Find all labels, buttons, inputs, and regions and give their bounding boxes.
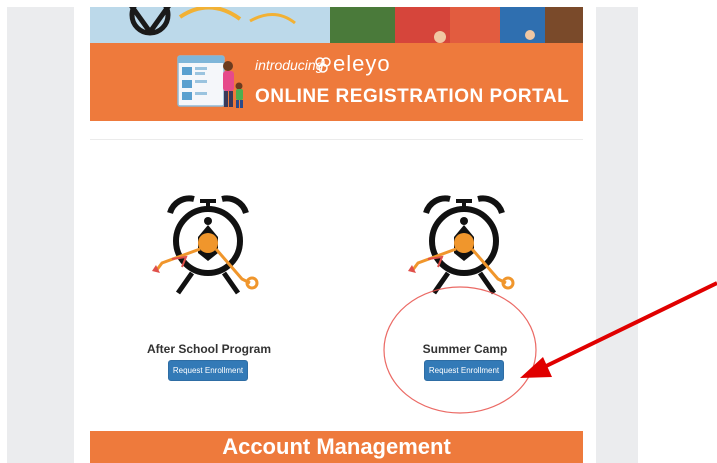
request-enrollment-button-after-school[interactable]: Request Enrollment (168, 360, 248, 381)
alarm-clock-icon (142, 193, 274, 306)
account-management-title: Account Management (222, 434, 451, 459)
banner-title: ONLINE REGISTRATION PORTAL (255, 86, 570, 107)
eleyo-logo-icon (314, 56, 332, 79)
program-label-after-school: After School Program (146, 342, 272, 356)
section-divider (90, 139, 583, 140)
eleyo-logo-text: eleyo (333, 51, 391, 76)
portal-illustration (176, 54, 246, 117)
header-banner: introducing eleyo ONLINE REGISTRATION PO… (90, 7, 583, 121)
request-enrollment-button-summer-camp[interactable]: Request Enrollment (424, 360, 504, 381)
account-management-bar: Account Management (90, 431, 583, 463)
program-label-summer-camp: Summer Camp (422, 342, 508, 356)
banner-photo (90, 7, 583, 43)
email-content: introducing eleyo ONLINE REGISTRATION PO… (74, 7, 596, 463)
alarm-clock-icon (398, 193, 530, 306)
screenshot-viewport: introducing eleyo ONLINE REGISTRATION PO… (0, 0, 717, 463)
